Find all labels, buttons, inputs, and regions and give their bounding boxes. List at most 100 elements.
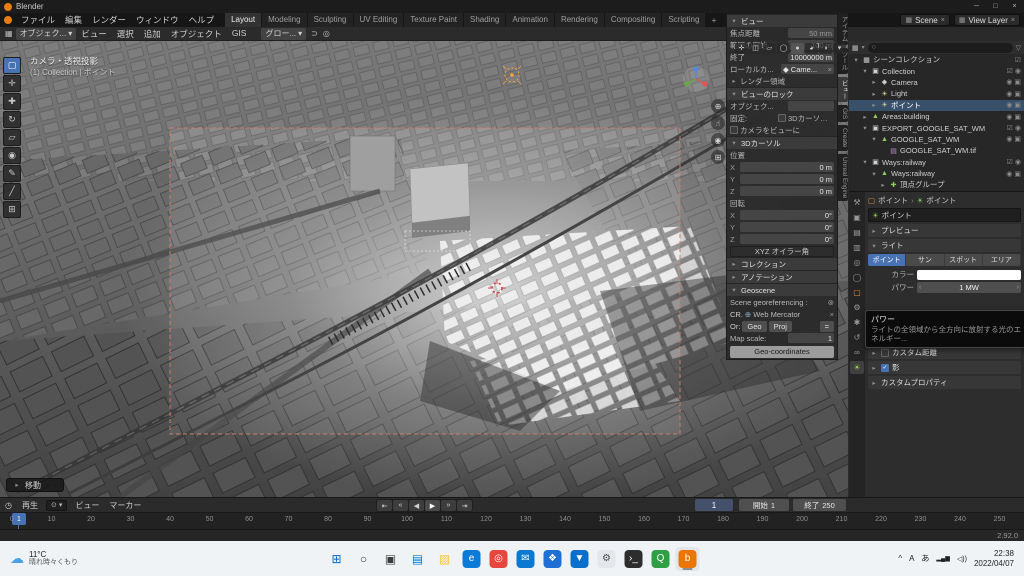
constraints-tab[interactable]: ∞: [850, 346, 864, 359]
outliner-eye-icon[interactable]: ◉: [1015, 67, 1021, 75]
shading-dropdown-icon[interactable]: ▾: [833, 43, 846, 54]
value-field[interactable]: 0°: [740, 210, 834, 220]
rendered-shading-icon[interactable]: ◑: [819, 43, 832, 54]
mail-button[interactable]: ✉: [514, 547, 538, 571]
menubar-item[interactable]: レンダー: [87, 14, 131, 26]
workspace-tab[interactable]: Modeling: [262, 13, 307, 27]
disclosure-icon[interactable]: ▾: [730, 139, 738, 147]
light-type-button[interactable]: ポイント: [868, 254, 906, 266]
outliner-eye-icon[interactable]: ◉: [1006, 170, 1012, 178]
outliner-row[interactable]: ▾▣Collection☑◉: [849, 65, 1024, 76]
view-panel-header[interactable]: ▾ ビュー: [727, 14, 837, 27]
shadow-panel-header[interactable]: ▸ ✓ 影: [868, 361, 1021, 374]
mode-dropdown[interactable]: オブジェク... ▾: [16, 28, 77, 40]
light-power-field[interactable]: ‹ 1 MW ›: [917, 282, 1021, 293]
chevron-down-icon[interactable]: ▾: [862, 44, 865, 51]
lock-3d-cursor-checkbox[interactable]: [778, 114, 786, 122]
jump-to-start-button[interactable]: ⇤: [377, 500, 392, 511]
crs-clear-icon[interactable]: ×: [830, 310, 834, 319]
outliner-check-icon[interactable]: ☑: [1007, 67, 1013, 75]
disclosure-icon[interactable]: ▾: [870, 242, 878, 250]
outliner-row[interactable]: ▸◆Camera◉▣: [849, 77, 1024, 88]
next-keyframe-button[interactable]: »: [441, 500, 456, 511]
physics-tab[interactable]: ↺: [850, 331, 864, 344]
timeline-menu-view[interactable]: ビュー: [70, 500, 104, 511]
outliner-row[interactable]: ▾▣Ways:railway☑◉: [849, 157, 1024, 168]
explorer-button[interactable]: ▨: [433, 547, 457, 571]
minimize-button[interactable]: ─: [967, 3, 986, 10]
value-field[interactable]: 0 m: [740, 186, 834, 196]
proj-button[interactable]: Proj: [769, 321, 792, 332]
outliner-render-icon[interactable]: ▣: [1014, 170, 1021, 178]
light-type-button[interactable]: エリア: [983, 254, 1021, 266]
outliner-render-icon[interactable]: ▣: [1014, 78, 1021, 86]
move-tool[interactable]: ✚: [3, 93, 21, 110]
render-region-row[interactable]: ▸ レンダー領域: [727, 75, 837, 87]
outliner-row[interactable]: ▸☀Light◉▣: [849, 88, 1024, 99]
decrement-icon[interactable]: ‹: [919, 284, 921, 291]
scene-selector[interactable]: ▦ Scene ×: [900, 14, 949, 26]
measure-tool[interactable]: ╱: [3, 183, 21, 200]
breadcrumb-data[interactable]: ポイント: [926, 195, 956, 206]
clear-georef-icon[interactable]: ⊗: [828, 298, 834, 307]
solid-shading-icon[interactable]: ●: [791, 43, 804, 54]
weather-widget[interactable]: ☁ 11°C 晴れ時々くもり: [0, 550, 88, 567]
camera-to-view-checkbox[interactable]: [730, 126, 738, 134]
custom-distance-panel-header[interactable]: ▸ カスタム距離: [868, 346, 1021, 359]
outliner-check-icon[interactable]: ☑: [1007, 158, 1013, 166]
gizmo-toggle-icon[interactable]: ✛: [735, 43, 748, 54]
outliner-row[interactable]: ▸☀ポイント◉▣: [849, 100, 1024, 111]
wireframe-shading-icon[interactable]: ◯: [777, 43, 790, 54]
frame-end-field[interactable]: 終了 250: [793, 499, 846, 511]
timeline-ruler[interactable]: 1 01020304050607080901001101201301401501…: [0, 512, 1024, 529]
menubar-item[interactable]: ファイル: [16, 14, 60, 26]
material-shading-icon[interactable]: ◕: [805, 43, 818, 54]
outliner-eye-icon[interactable]: ◉: [1006, 135, 1012, 143]
expand-icon[interactable]: ▸: [870, 90, 878, 98]
task-view-button[interactable]: ▣: [379, 547, 403, 571]
play-reverse-button[interactable]: ◀: [409, 500, 424, 511]
view-layer-tab[interactable]: ▥: [850, 241, 864, 254]
custom-properties-panel-header[interactable]: ▸ カスタムプロパティ: [868, 376, 1021, 389]
expand-icon[interactable]: ▾: [861, 158, 869, 166]
pan-hand-icon[interactable]: ☝: [711, 116, 725, 130]
3d-viewport[interactable]: カメラ・透視投影 (1) Collection | ポイント ▢✛✚↻▱◉✎╱⊞…: [0, 41, 848, 497]
render-tab[interactable]: ▣: [850, 211, 864, 224]
volume-icon[interactable]: ◁)): [957, 555, 967, 563]
snap-magnet-icon[interactable]: ⊃: [311, 29, 318, 38]
transform-orientation-dropdown[interactable]: グロー... ▾: [261, 28, 306, 40]
light-panel-header[interactable]: ▾ ライト: [868, 239, 1021, 252]
expand-icon[interactable]: ▸: [861, 113, 869, 121]
blender-button[interactable]: b: [676, 547, 700, 571]
rotation-order-dropdown[interactable]: XYZ オイラー角: [730, 246, 834, 257]
zoom-icon[interactable]: ⊕: [711, 99, 725, 113]
xray-toggle-icon[interactable]: ▱: [763, 43, 776, 54]
terminal-button[interactable]: ›_: [622, 547, 646, 571]
edge-button[interactable]: e: [460, 547, 484, 571]
transform-tool[interactable]: ◉: [3, 147, 21, 164]
shadow-checkbox[interactable]: ✓: [881, 364, 889, 372]
outliner-eye-icon[interactable]: ◉: [1006, 113, 1012, 121]
workspace-tab[interactable]: UV Editing: [354, 13, 405, 27]
add-primitive-tool[interactable]: ⊞: [3, 201, 21, 218]
photos-button[interactable]: ❖: [541, 547, 565, 571]
disclosure-icon[interactable]: ▾: [730, 17, 738, 25]
sidebar-tab[interactable]: GIS: [838, 105, 848, 122]
expand-icon[interactable]: ▾: [870, 170, 878, 178]
store-button[interactable]: ▼: [568, 547, 592, 571]
outliner-render-icon[interactable]: ▣: [1014, 135, 1021, 143]
menubar-item[interactable]: 編集: [60, 14, 87, 26]
outliner-row[interactable]: ▾▣EXPORT_GOOGLE_SAT_WM☑◉: [849, 122, 1024, 133]
disclosure-icon[interactable]: ▸: [730, 273, 738, 281]
equals-button[interactable]: =: [820, 321, 834, 332]
disclosure-icon[interactable]: ▾: [730, 90, 738, 98]
outliner-row[interactable]: ▤GOOGLE_SAT_WM.tif: [849, 145, 1024, 156]
object-tab[interactable]: ▢: [850, 286, 864, 299]
timeline-menu-play[interactable]: 再生: [17, 500, 43, 511]
geoscene-panel-header[interactable]: ▾ Geoscene: [727, 283, 837, 296]
navigation-gizmo[interactable]: [682, 65, 710, 93]
outliner-eye-icon[interactable]: ◉: [1015, 124, 1021, 132]
expand-icon[interactable]: ▾: [870, 135, 878, 143]
annotate-tool[interactable]: ✎: [3, 165, 21, 182]
expand-icon[interactable]: ▸: [870, 78, 878, 86]
